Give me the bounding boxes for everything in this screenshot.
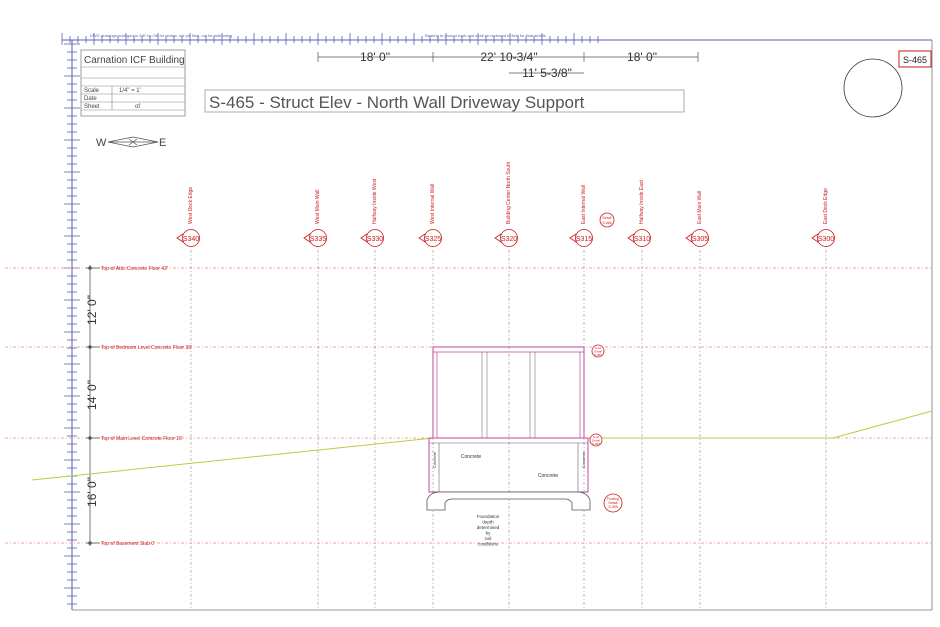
foundation-note-line: Foundation — [477, 514, 500, 519]
compass — [107, 136, 159, 148]
vert-dim-16: 16' 0" — [85, 477, 99, 507]
grid-bubble-id: S300 — [818, 236, 834, 243]
grid-name: East Main Wall — [697, 191, 703, 224]
level-label-attic: Top of Attic Concrete Floor 42' — [101, 266, 168, 272]
dim-top-1: 18' 0" — [360, 50, 390, 64]
grid-bubble-s330: S330 Halfway Inside West — [360, 178, 384, 247]
grid-bubble-id: S310 — [634, 236, 650, 243]
concrete-wall — [428, 437, 589, 493]
left-wall-label: Concrete — [432, 451, 437, 468]
foundation-note-line: soil — [485, 536, 492, 541]
dim-top-3: 18' 0" — [627, 50, 657, 64]
concrete-label-1: Concrete — [461, 454, 482, 460]
detail-tag-text1: Detail — [603, 216, 612, 220]
sheet-tag: S-465 — [903, 55, 927, 65]
scale-value: 1/4" = 1' — [119, 88, 141, 94]
top-note-right: Bearing to ground work and shall be revi… — [425, 33, 546, 38]
grid-bubbles: S340 West Deck Edge S335 West Main Wall S330… — [176, 162, 835, 247]
drawing-sheet: DWG drawings enlarged to 3/8" by OK for … — [0, 0, 940, 627]
grid-bubble-s335: S335 West Main Wall — [303, 190, 327, 247]
tag-lower-3: S-055 — [592, 442, 600, 446]
foundation-note-line: determined — [477, 525, 500, 530]
grid-name: West Deck Edge — [188, 187, 194, 224]
top-note-left: DWG drawings enlarged to 3/8" by OK for … — [90, 33, 232, 38]
upper-frame-mullions — [481, 352, 536, 438]
sheet-of: of — [135, 104, 140, 110]
grid-bubble-s325: S325 West Internal Wall — [418, 184, 442, 247]
compass-east: E — [159, 137, 166, 149]
grid-bubble-id: S325 — [425, 236, 441, 243]
date-label: Date — [84, 96, 97, 102]
foundation-note: Foundationdepthdeterminedbysoilcondition… — [477, 514, 500, 547]
grid-bubble-s340: S340 West Deck Edge — [176, 187, 200, 247]
level-label-bedroom: Top of Bedroom Level Concrete Floor 30' — [101, 345, 192, 351]
foundation-note-line: depth — [482, 520, 494, 525]
grid-bubble-s315: S315 East Internal Wall — [569, 185, 593, 247]
grid-name: East Deck Edge — [823, 188, 829, 224]
right-wall-label: Concrete — [581, 451, 586, 468]
sheet-label: Sheet — [84, 104, 100, 110]
footing — [426, 491, 591, 511]
vert-dim-12: 12' 0" — [85, 295, 99, 325]
vertical-grid-lines — [190, 250, 827, 610]
project-name: Carnation ICF Building — [84, 55, 185, 66]
grid-bubble-id: S320 — [501, 236, 517, 243]
scale-label: Scale — [84, 88, 100, 94]
concrete-label-2: Concrete — [538, 473, 559, 479]
drawing-title: S-465 - Struct Elev - North Wall Drivewa… — [209, 93, 585, 112]
level-lines — [5, 267, 932, 544]
grid-name: Building Center North South — [506, 162, 512, 224]
footing-tag-3: S-055 — [608, 505, 617, 509]
grid-bubble-s300: S300 East Deck Edge — [811, 188, 835, 247]
compass-west: W — [96, 137, 107, 149]
level-label-main: Top of Main Level Concrete Floor 16' — [101, 436, 183, 442]
grid-name: Halfway Inside West — [372, 178, 378, 224]
dim-sub: 11' 5-3/8" — [522, 66, 572, 80]
grid-name: West Internal Wall — [430, 184, 436, 224]
grid-name: West Main Wall — [315, 190, 321, 224]
grid-bubble-id: S305 — [692, 236, 708, 243]
foundation-note-line: conditions — [478, 542, 499, 547]
tag-upper-3: S-055 — [594, 353, 602, 357]
grid-name: Halfway Inside East — [639, 179, 645, 224]
grid-bubble-id: S340 — [183, 236, 199, 243]
grid-name: East Internal Wall — [581, 185, 587, 224]
north-circle — [843, 58, 903, 118]
grid-bubble-id: S315 — [576, 236, 592, 243]
level-label-basement: Top of Basement Slab 0' — [101, 541, 155, 547]
foundation-note-line: by — [486, 531, 492, 536]
grid-bubble-s310: S310 Halfway Inside East — [627, 179, 651, 247]
grid-bubble-s305: S305 East Main Wall — [685, 191, 709, 247]
elevation-drawing: DWG drawings enlarged to 3/8" by OK for … — [5, 33, 933, 611]
dim-top-2: 22' 10-3/4" — [480, 50, 537, 64]
vert-dim-14: 14' 0" — [85, 380, 99, 410]
detail-tag-text2: S-### — [602, 221, 611, 225]
grid-bubble-s320: S320 Building Center North South — [494, 162, 518, 247]
grid-bubble-id: S330 — [367, 236, 383, 243]
grid-bubble-id: S335 — [310, 236, 326, 243]
upper-frame — [432, 346, 585, 439]
